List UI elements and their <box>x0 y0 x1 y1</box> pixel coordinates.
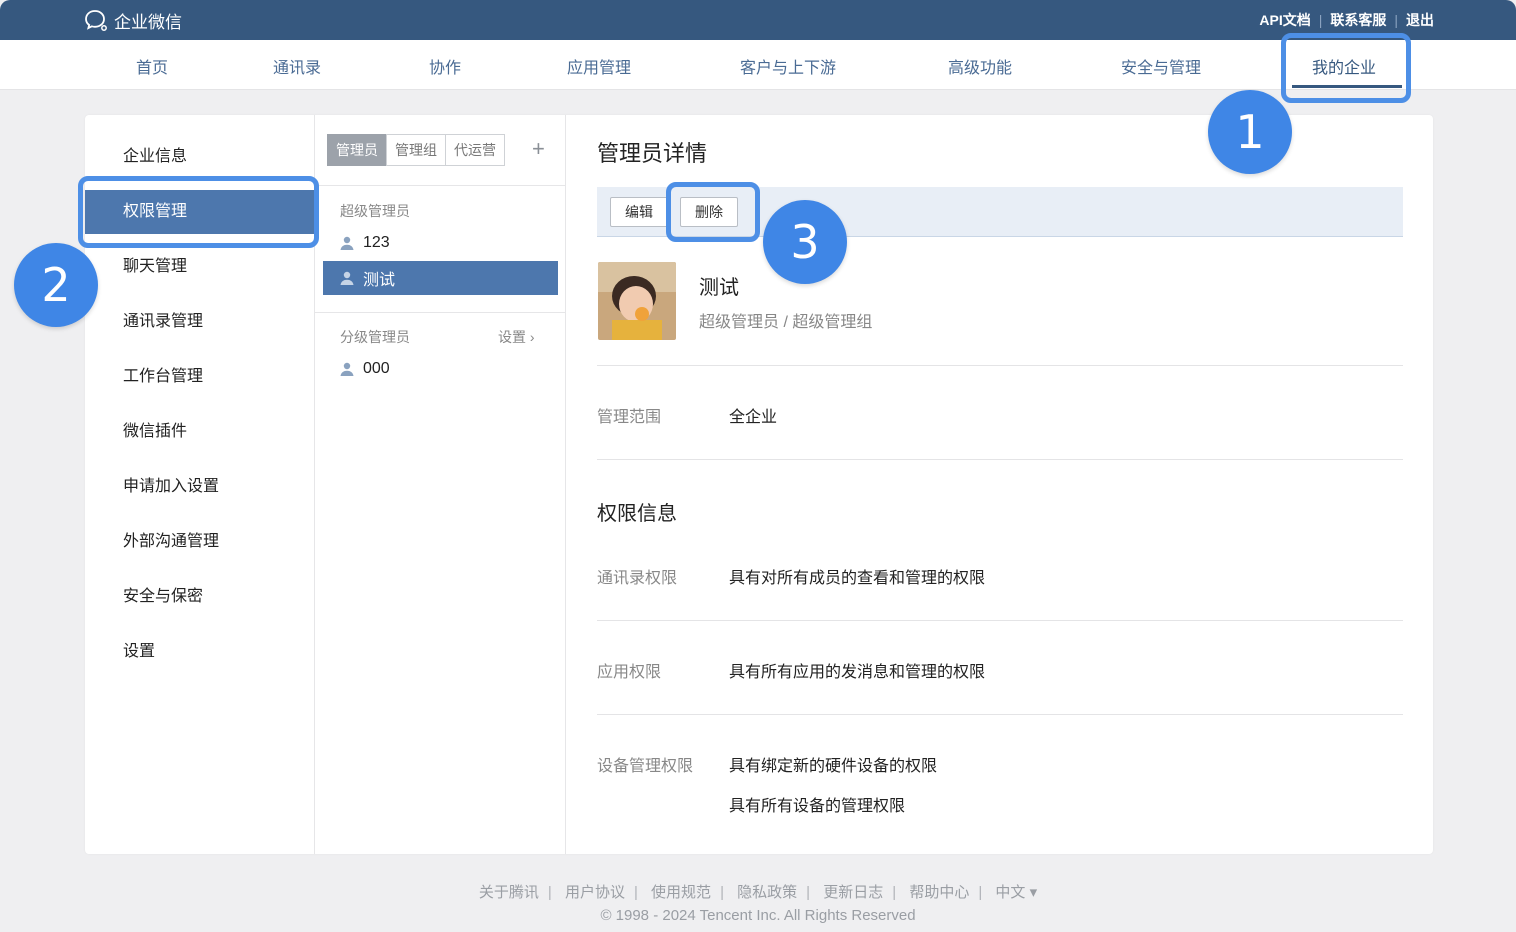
nav-app-management[interactable]: 应用管理 <box>567 54 631 78</box>
device-perm-value: 具有所有设备的管理权限 <box>729 798 906 815</box>
highlight-permissions <box>78 176 319 248</box>
language-select[interactable]: 中文 ▾ <box>995 884 1037 901</box>
wecom-logo-icon <box>85 9 107 31</box>
sidebar-item-external[interactable]: 外部沟通管理 <box>85 520 315 564</box>
sub-admin-settings-link[interactable]: 设置 › <box>498 327 535 347</box>
logo[interactable]: 企业微信 <box>84 8 182 33</box>
footer-link[interactable]: 更新日志 <box>823 884 883 901</box>
divider <box>597 459 1403 460</box>
user-icon <box>340 362 354 376</box>
step-badge-2: 2 <box>14 243 98 327</box>
nav-home[interactable]: 首页 <box>136 54 168 78</box>
sidebar-item-contacts[interactable]: 通讯录管理 <box>85 300 315 344</box>
tab-admin-groups[interactable]: 管理组 <box>386 134 446 166</box>
avatar <box>598 262 676 340</box>
sidebar-item-chat[interactable]: 聊天管理 <box>85 245 315 289</box>
admin-row[interactable]: 123 <box>323 226 558 260</box>
highlight-my-enterprise <box>1281 33 1411 103</box>
sub-admin-title: 分级管理员 <box>340 329 410 345</box>
device-perm-value: 具有绑定新的硬件设备的权限 <box>729 758 938 775</box>
app-perm-value: 具有所有应用的发消息和管理的权限 <box>729 664 986 681</box>
sidebar-item-security[interactable]: 安全与保密 <box>85 575 315 619</box>
settings-label: 设置 <box>498 329 526 345</box>
divider <box>315 312 566 313</box>
separator: | <box>720 884 724 901</box>
sidebar-item-workbench[interactable]: 工作台管理 <box>85 355 315 399</box>
separator: | <box>1394 12 1398 28</box>
footer-link[interactable]: 用户协议 <box>565 884 625 901</box>
nav-contacts[interactable]: 通讯录 <box>273 54 321 78</box>
logo-text: 企业微信 <box>114 13 182 32</box>
device-perm-label: 设备管理权限 <box>597 758 694 775</box>
nav-advanced[interactable]: 高级功能 <box>948 54 1012 78</box>
super-admin-title: 超级管理员 <box>340 203 410 219</box>
app-perm-label: 应用权限 <box>597 664 662 681</box>
footer-link[interactable]: 帮助中心 <box>909 884 969 901</box>
sidebar-item-wechat-plugin[interactable]: 微信插件 <box>85 410 315 454</box>
nav-security[interactable]: 安全与管理 <box>1121 54 1201 78</box>
tab-operators[interactable]: 代运营 <box>445 134 505 166</box>
footer-links: 关于腾讯 | 用户协议 | 使用规范 | 隐私政策 | 更新日志 | 帮助中心 | 中文 ▾ <box>0 881 1516 902</box>
tab-admins[interactable]: 管理员 <box>327 134 387 166</box>
divider <box>597 365 1403 366</box>
sidebar-item-settings[interactable]: 设置 <box>85 630 315 674</box>
admin-name: 000 <box>363 360 390 377</box>
admin-display-name: 测试 <box>699 277 739 299</box>
nav-customers[interactable]: 客户与上下游 <box>740 54 836 78</box>
step-badge-1: 1 <box>1208 90 1292 174</box>
permissions-section-title: 权限信息 <box>597 503 677 525</box>
contact-support-link[interactable]: 联系客服 <box>1330 10 1386 30</box>
divider <box>597 714 1403 715</box>
chevron-right-icon: › <box>526 329 535 345</box>
logout-link[interactable]: 退出 <box>1406 10 1434 30</box>
copyright: © 1998 - 2024 Tencent Inc. All Rights Re… <box>600 907 916 924</box>
separator: | <box>547 884 552 901</box>
footer-link[interactable]: 隐私政策 <box>737 884 797 901</box>
add-icon[interactable]: + <box>532 137 545 161</box>
divider <box>315 185 566 186</box>
contacts-perm-value: 具有对所有成员的查看和管理的权限 <box>729 570 986 587</box>
separator: | <box>806 884 811 901</box>
footer-link[interactable]: 关于腾讯 <box>479 884 539 901</box>
contacts-perm-label: 通讯录权限 <box>597 570 678 587</box>
separator: | <box>978 884 983 901</box>
admin-role: 超级管理员 / 超级管理组 <box>699 314 873 331</box>
sidebar-item-enterprise-info[interactable]: 企业信息 <box>85 135 315 179</box>
admin-row[interactable]: 000 <box>323 352 558 386</box>
child-photo <box>598 262 676 340</box>
edit-button[interactable]: 编辑 <box>610 197 668 227</box>
separator: | <box>633 884 638 901</box>
admin-name: 123 <box>363 234 390 251</box>
step-badge-3: 3 <box>763 200 847 284</box>
nav-collaboration[interactable]: 协作 <box>429 54 461 78</box>
user-icon <box>340 271 354 285</box>
api-docs-link[interactable]: API文档 <box>1259 10 1310 30</box>
admin-name: 测试 <box>363 272 396 289</box>
admin-list-panel: 管理员 管理组 代运营 + 超级管理员 123 测试 分级管理员 设置 › 00… <box>315 115 566 854</box>
page-title: 管理员详情 <box>597 141 708 166</box>
scope-label: 管理范围 <box>597 409 662 426</box>
admin-row-selected[interactable]: 测试 <box>323 261 558 295</box>
highlight-delete <box>666 182 760 242</box>
footer-link[interactable]: 使用规范 <box>651 884 711 901</box>
divider <box>597 620 1403 621</box>
sidebar-item-join-settings[interactable]: 申请加入设置 <box>85 465 315 509</box>
separator: | <box>1318 12 1323 28</box>
scope-value: 全企业 <box>729 409 778 426</box>
separator: | <box>892 884 897 901</box>
admin-tabs: 管理员 管理组 代运营 <box>327 134 505 166</box>
user-icon <box>340 236 354 250</box>
